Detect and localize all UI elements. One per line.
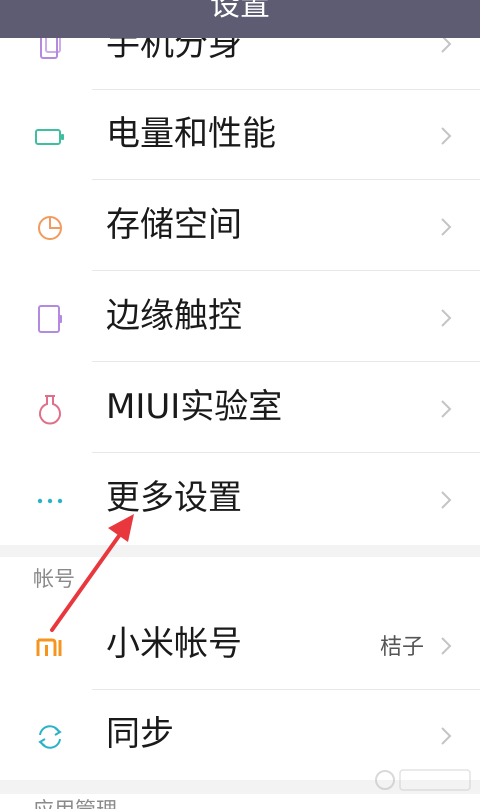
storage-pie-icon [38,216,62,240]
chevron-right-icon [441,127,452,145]
section-gap [0,545,480,557]
watermark-logo-icon [375,769,471,791]
settings-item-label: 小米帐号 [106,624,242,664]
divider [92,361,480,362]
settings-item-battery[interactable]: 电量和性能 [0,90,480,180]
settings-item-miui-lab[interactable]: MIUI实验室 [0,363,480,453]
chevron-right-icon [441,309,452,327]
divider [92,270,480,271]
chevron-right-icon [441,491,452,509]
mi-logo-icon [36,638,62,656]
settings-item-storage[interactable]: 存储空间 [0,181,480,271]
chevron-right-icon [441,727,452,745]
settings-item-label: 更多设置 [106,478,242,518]
battery-icon [35,129,64,145]
sync-icon [38,725,62,749]
chevron-right-icon [441,637,452,655]
edge-touch-icon [38,305,62,333]
settings-item-label: 边缘触控 [106,296,242,336]
section-title: 应用管理 [33,796,117,809]
settings-item-label: MIUI实验室 [106,387,283,427]
settings-item-edge-touch[interactable]: 边缘触控 [0,272,480,362]
divider [92,452,480,453]
title-bar-overlay: 设置 [0,0,480,38]
chevron-right-icon [441,400,452,418]
more-dots-icon [37,498,63,504]
settings-item-label: 同步 [106,714,174,754]
flask-icon [39,395,61,425]
settings-item-label: 电量和性能 [106,114,276,154]
account-name-value: 桔子 [379,635,424,660]
page-title-overlay: 设置 [210,0,270,23]
divider [92,179,480,180]
settings-item-label: 存储空间 [106,205,242,245]
settings-item-more[interactable]: 更多设置 [0,454,480,544]
section-title: 帐号 [33,567,75,591]
settings-item-mi-account[interactable]: 小米帐号 桔子 [0,600,480,690]
section-header-account: 帐号 [0,557,480,599]
chevron-right-icon [441,218,452,236]
